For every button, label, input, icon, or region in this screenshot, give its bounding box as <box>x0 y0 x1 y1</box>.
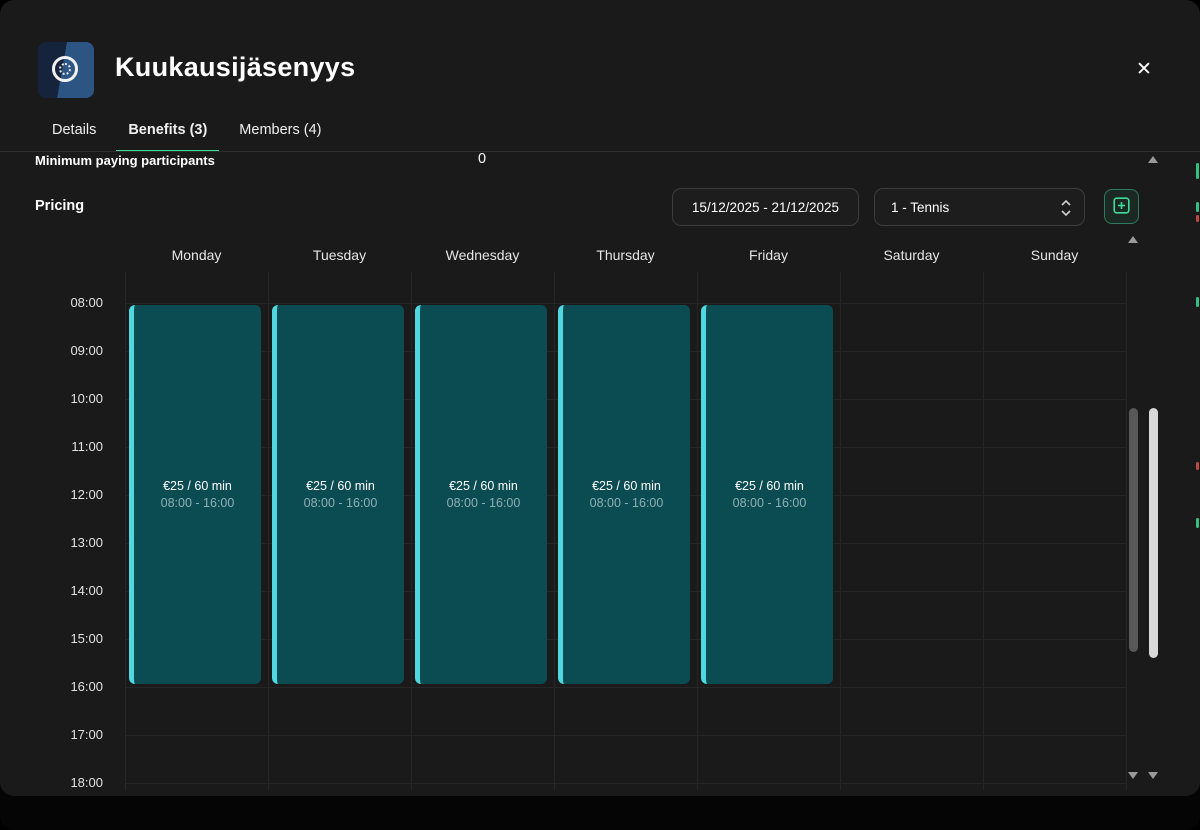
grid-vline <box>983 272 984 790</box>
tab-details[interactable]: Details <box>40 118 108 152</box>
time-label-17:00: 17:00 <box>30 727 103 742</box>
court-select[interactable]: 1 - Tennis <box>874 188 1085 226</box>
day-header-friday: Friday <box>697 247 840 267</box>
min-participants-label: Minimum paying participants <box>35 153 215 168</box>
time-label-10:00: 10:00 <box>30 391 103 406</box>
time-label-14:00: 14:00 <box>30 583 103 598</box>
pricing-heading: Pricing <box>35 198 84 214</box>
edge-marker <box>1196 215 1199 222</box>
grid-vline <box>411 272 412 790</box>
day-header-wednesday: Wednesday <box>411 247 554 267</box>
event-time-range: 08:00 - 16:00 <box>590 496 664 510</box>
grid-vline <box>268 272 269 790</box>
tab-bar: Details Benefits (3) Members (4) <box>40 118 333 152</box>
page-title: Kuukausijäsenyys <box>115 52 355 83</box>
add-square-icon <box>1113 197 1130 217</box>
event-time-range: 08:00 - 16:00 <box>447 496 521 510</box>
min-participants-value: 0 <box>478 151 486 167</box>
pricing-event-thursday[interactable]: €25 / 60 min 08:00 - 16:00 <box>558 305 690 684</box>
grid-vline <box>554 272 555 790</box>
edge-marker <box>1196 518 1199 528</box>
outer-scrollbar-thumb[interactable] <box>1149 408 1158 658</box>
court-select-value: 1 - Tennis <box>891 200 949 215</box>
event-time-range: 08:00 - 16:00 <box>304 496 378 510</box>
event-price: €25 / 60 min <box>592 479 661 493</box>
grid-hline <box>125 783 1126 784</box>
event-time-range: 08:00 - 16:00 <box>161 496 235 510</box>
day-header-saturday: Saturday <box>840 247 983 267</box>
grid-hline <box>125 687 1126 688</box>
event-time-range: 08:00 - 16:00 <box>733 496 807 510</box>
time-label-12:00: 12:00 <box>30 487 103 502</box>
time-label-15:00: 15:00 <box>30 631 103 646</box>
grid-vline <box>1126 272 1127 790</box>
wreath-emblem-icon <box>52 56 78 82</box>
pricing-event-monday[interactable]: €25 / 60 min 08:00 - 16:00 <box>129 305 261 684</box>
grid-vline <box>125 272 126 790</box>
event-price: €25 / 60 min <box>163 479 232 493</box>
date-range-button[interactable]: 15/12/2025 - 21/12/2025 <box>672 188 859 226</box>
grid-hline <box>125 735 1126 736</box>
tab-benefits[interactable]: Benefits (3) <box>116 118 219 152</box>
inner-scrollbar-thumb[interactable] <box>1129 408 1138 652</box>
edge-marker <box>1196 462 1199 470</box>
pricing-event-wednesday[interactable]: €25 / 60 min 08:00 - 16:00 <box>415 305 547 684</box>
tab-members[interactable]: Members (4) <box>227 118 333 152</box>
membership-logo <box>38 42 94 98</box>
membership-modal: Kuukausijäsenyys ✕ Details Benefits (3) … <box>0 0 1200 796</box>
edge-marker <box>1196 163 1199 179</box>
day-header-tuesday: Tuesday <box>268 247 411 267</box>
time-label-16:00: 16:00 <box>30 679 103 694</box>
pricing-event-tuesday[interactable]: €25 / 60 min 08:00 - 16:00 <box>272 305 404 684</box>
event-price: €25 / 60 min <box>735 479 804 493</box>
grid-vline <box>840 272 841 790</box>
edge-marker <box>1196 202 1199 212</box>
app-window: Kuukausijäsenyys ✕ Details Benefits (3) … <box>0 0 1200 830</box>
chevron-up-down-icon <box>1060 198 1072 218</box>
grid-hline <box>125 303 1126 304</box>
grid-vline <box>697 272 698 790</box>
day-header-monday: Monday <box>125 247 268 267</box>
outer-scroll-up-arrow[interactable] <box>1148 156 1158 163</box>
add-pricing-button[interactable] <box>1104 189 1139 224</box>
pricing-event-friday[interactable]: €25 / 60 min 08:00 - 16:00 <box>701 305 833 684</box>
event-price: €25 / 60 min <box>306 479 375 493</box>
outer-scroll-down-arrow[interactable] <box>1148 772 1158 779</box>
day-header-thursday: Thursday <box>554 247 697 267</box>
close-icon[interactable]: ✕ <box>1131 56 1157 82</box>
time-label-08:00: 08:00 <box>30 295 103 310</box>
day-header-sunday: Sunday <box>983 247 1126 267</box>
time-label-09:00: 09:00 <box>30 343 103 358</box>
time-label-18:00: 18:00 <box>30 775 103 790</box>
time-label-13:00: 13:00 <box>30 535 103 550</box>
inner-scroll-up-arrow[interactable] <box>1128 236 1138 243</box>
event-price: €25 / 60 min <box>449 479 518 493</box>
edge-marker <box>1196 297 1199 307</box>
inner-scroll-down-arrow[interactable] <box>1128 772 1138 779</box>
tabs-divider <box>0 151 1200 152</box>
time-label-11:00: 11:00 <box>30 439 103 454</box>
